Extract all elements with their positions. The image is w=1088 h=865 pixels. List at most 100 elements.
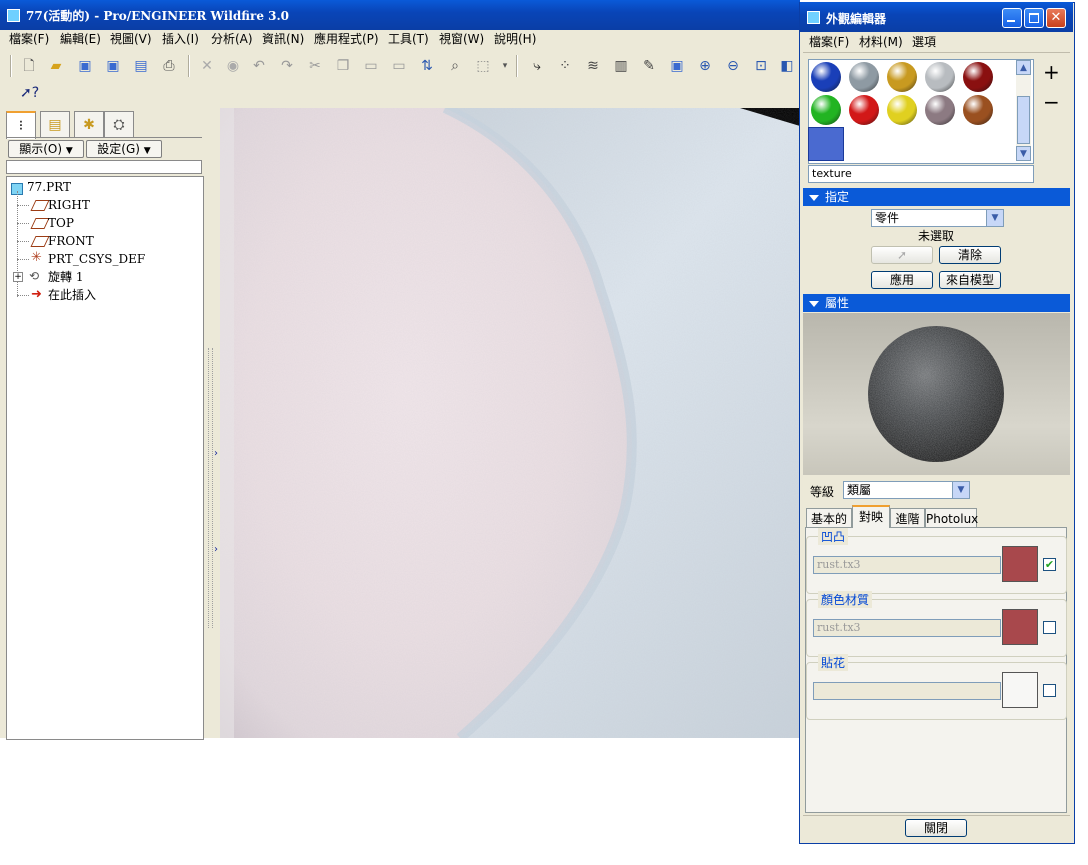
menu-file[interactable]: 檔案(F) bbox=[9, 30, 49, 48]
paste-special-icon[interactable]: ▭ bbox=[390, 57, 408, 75]
palette-scrollbar[interactable]: ▲ ▼ bbox=[1016, 60, 1031, 161]
backup-icon[interactable]: ▤ bbox=[132, 57, 150, 75]
menu-info[interactable]: 資訊(N) bbox=[262, 30, 304, 48]
undo-icon[interactable]: ↶ bbox=[250, 57, 268, 75]
appearance-name-field[interactable]: texture bbox=[808, 165, 1034, 183]
bump-enable-checkbox[interactable]: ✔ bbox=[1043, 558, 1056, 571]
tree-item-part[interactable]: 77.PRT bbox=[27, 179, 71, 195]
datum-point-icon[interactable]: ⁘ bbox=[556, 57, 574, 75]
appearance-swatch[interactable] bbox=[811, 95, 841, 125]
new-file-icon[interactable]: 🗋 bbox=[20, 57, 38, 75]
zoom-out-icon[interactable]: ⊖ bbox=[724, 57, 742, 75]
regenerate-icon[interactable]: ⇅ bbox=[418, 57, 436, 75]
tab-connections-icon[interactable]: ⛭ bbox=[104, 111, 134, 138]
appearance-swatch[interactable] bbox=[925, 62, 955, 92]
copy-icon[interactable]: ❐ bbox=[334, 57, 352, 75]
chevron-down-icon[interactable]: ▾ bbox=[496, 57, 514, 75]
datum-axis-icon[interactable]: ⤷ bbox=[528, 57, 546, 75]
menu-window[interactable]: 視窗(W) bbox=[439, 30, 484, 48]
close-window-button[interactable]: ✕ bbox=[1046, 8, 1066, 28]
tree-item-insert-here[interactable]: 在此插入 bbox=[48, 287, 96, 303]
appearance-swatch[interactable] bbox=[849, 62, 879, 92]
tree-item-front[interactable]: FRONT bbox=[48, 233, 94, 249]
appearance-swatch[interactable] bbox=[887, 95, 917, 125]
settings-dropdown[interactable]: 設定(G) ▼ bbox=[86, 140, 162, 158]
menu-tools[interactable]: 工具(T) bbox=[388, 30, 429, 48]
cut-icon[interactable]: ✂ bbox=[306, 57, 324, 75]
show-dropdown[interactable]: 顯示(O) ▼ bbox=[8, 140, 84, 158]
scroll-thumb[interactable] bbox=[1017, 96, 1030, 144]
menu-help[interactable]: 說明(H) bbox=[494, 30, 536, 48]
tab-mapping[interactable]: 對映 bbox=[852, 505, 890, 528]
save-copy-icon[interactable]: ▣ bbox=[104, 57, 122, 75]
bump-texture-thumbnail[interactable] bbox=[1002, 546, 1038, 582]
save-icon[interactable]: ▣ bbox=[76, 57, 94, 75]
tree-item-csys[interactable]: PRT_CSYS_DEF bbox=[48, 251, 145, 267]
ae-menu-options[interactable]: 選項 bbox=[912, 33, 936, 50]
color-texture-thumbnail[interactable] bbox=[1002, 609, 1038, 645]
find-icon[interactable]: ⌕ bbox=[446, 57, 464, 75]
class-select[interactable]: 類屬 ▼ bbox=[843, 481, 970, 499]
maximize-button[interactable] bbox=[1024, 8, 1044, 28]
view-manager-icon[interactable]: ▥ bbox=[612, 57, 630, 75]
close-button[interactable]: 關閉 bbox=[905, 819, 967, 837]
menu-edit[interactable]: 編輯(E) bbox=[60, 30, 101, 48]
appearance-swatch[interactable] bbox=[925, 95, 955, 125]
graphics-viewport[interactable] bbox=[220, 108, 800, 738]
properties-section-header[interactable]: 屬性 bbox=[803, 294, 1070, 312]
appearance-swatch[interactable] bbox=[849, 95, 879, 125]
open-folder-icon[interactable]: ▰ bbox=[47, 57, 65, 75]
hide-icon[interactable]: ✕ bbox=[198, 57, 216, 75]
tree-item-top[interactable]: TOP bbox=[48, 215, 74, 231]
assign-section-header[interactable]: 指定 bbox=[803, 188, 1070, 206]
repaint-icon[interactable]: ▣ bbox=[668, 57, 686, 75]
decal-checkbox[interactable] bbox=[1043, 684, 1056, 697]
appearance-icon[interactable]: ✎ bbox=[640, 57, 658, 75]
color-texture-file-field[interactable]: rust.tx3 bbox=[813, 619, 1001, 637]
splitter-arrow-icon[interactable]: › bbox=[214, 448, 218, 459]
appearance-swatch[interactable] bbox=[811, 62, 841, 92]
menu-applications[interactable]: 應用程式(P) bbox=[314, 30, 379, 48]
from-model-button[interactable]: 來自模型 bbox=[939, 271, 1001, 289]
appearance-swatch[interactable] bbox=[963, 95, 993, 125]
redo-icon[interactable]: ↷ bbox=[278, 57, 296, 75]
refit-icon[interactable]: ⊡ bbox=[752, 57, 770, 75]
splitter-arrow-icon[interactable]: › bbox=[214, 544, 218, 555]
menu-insert[interactable]: 插入(I) bbox=[162, 30, 199, 48]
navigator-splitter[interactable]: › › bbox=[207, 108, 220, 738]
bump-file-field[interactable]: rust.tx3 bbox=[813, 556, 1001, 574]
remove-appearance-button[interactable]: − bbox=[1043, 90, 1060, 114]
unhide-icon[interactable]: ◉ bbox=[224, 57, 242, 75]
zoom-in-icon[interactable]: ⊕ bbox=[696, 57, 714, 75]
selection-box-icon[interactable]: ⬚ bbox=[474, 57, 492, 75]
ae-menu-material[interactable]: 材料(M) bbox=[859, 33, 903, 50]
minimize-button[interactable] bbox=[1002, 8, 1022, 28]
decal-file-field[interactable] bbox=[813, 682, 1001, 700]
tab-basic[interactable]: 基本的 bbox=[806, 508, 852, 528]
color-texture-checkbox[interactable] bbox=[1043, 621, 1056, 634]
menu-analysis[interactable]: 分析(A) bbox=[211, 30, 253, 48]
tab-favorites-icon[interactable]: ✱ bbox=[74, 111, 104, 138]
expand-icon[interactable]: + bbox=[13, 272, 23, 282]
paste-icon[interactable]: ▭ bbox=[362, 57, 380, 75]
scroll-down-icon[interactable]: ▼ bbox=[1016, 146, 1031, 161]
tab-advanced[interactable]: 進階 bbox=[890, 508, 925, 528]
add-appearance-button[interactable]: + bbox=[1043, 60, 1060, 84]
appearance-swatch[interactable] bbox=[887, 62, 917, 92]
decal-texture-thumbnail[interactable] bbox=[1002, 672, 1038, 708]
apply-button[interactable]: 應用 bbox=[871, 271, 933, 289]
tree-item-revolve[interactable]: 旋轉 1 bbox=[48, 269, 83, 285]
layers-icon[interactable]: ≋ bbox=[584, 57, 602, 75]
clear-button[interactable]: 清除 bbox=[939, 246, 1001, 264]
scroll-up-icon[interactable]: ▲ bbox=[1016, 60, 1031, 75]
tab-photolux[interactable]: Photolux bbox=[925, 508, 978, 528]
tree-item-right[interactable]: RIGHT bbox=[48, 197, 90, 213]
menu-view[interactable]: 視圖(V) bbox=[110, 30, 152, 48]
select-pointer-button[interactable]: ➚ bbox=[871, 246, 933, 264]
tab-model-tree-icon[interactable]: ⁝ bbox=[6, 111, 36, 139]
assign-mode-select[interactable]: 零件 ▼ bbox=[871, 209, 1004, 227]
context-help-icon[interactable]: ➚? bbox=[20, 84, 39, 102]
ae-menu-file[interactable]: 檔案(F) bbox=[809, 33, 849, 50]
tab-folder-browser-icon[interactable]: ▤ bbox=[40, 111, 70, 138]
reorient-icon[interactable]: ◧ bbox=[778, 57, 796, 75]
